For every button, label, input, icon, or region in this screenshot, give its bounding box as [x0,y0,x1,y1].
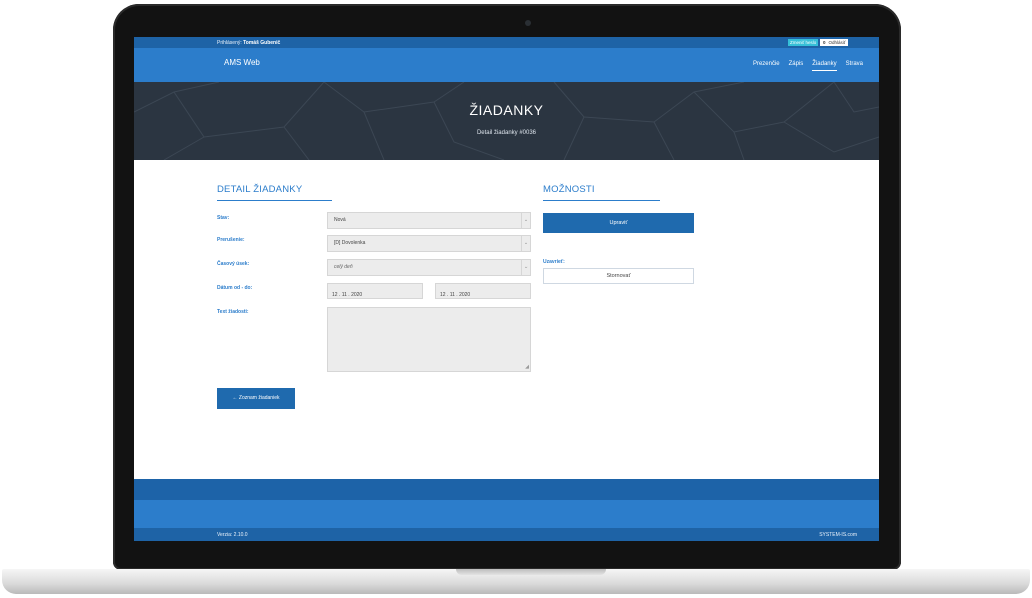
site-link[interactable]: SYSTEM-IS.com [819,532,857,538]
camera-icon [525,20,531,26]
text-ziadosti-textarea[interactable]: ◢ [327,307,531,372]
logout-count: 0 [823,40,826,45]
page-title: ŽIADANKY [469,102,544,118]
stav-value: Nová [334,217,346,223]
datum-label: Dátum od - do: [217,285,253,291]
chevron-down-icon: ⌄ [521,213,530,228]
change-password-button[interactable]: Zmeniť heslo [788,39,819,46]
close-label: Uzavrieť: [543,259,565,265]
prerusenie-label: Prerušenie: [217,237,245,243]
detail-section-title: DETAIL ŽIADANKY [217,184,303,195]
user-name: Tomáš Gubenič [243,40,281,46]
resize-grip-icon[interactable]: ◢ [525,364,529,370]
casovy-usek-select[interactable]: celý deň ⌄ [327,259,531,276]
storno-button[interactable]: Stornovať [543,268,694,284]
nav-item-ziadanky[interactable]: Žiadanky [812,61,837,71]
prerusenie-select[interactable]: [D] Dovolenka ⌄ [327,235,531,252]
laptop-base [2,569,1030,594]
text-ziadosti-label: Text žiadosti: [217,309,249,315]
datum-do-input[interactable]: 12 . 11 . 2020 [435,283,531,299]
version-text: Verzia: 2.10.0 [217,532,248,538]
chevron-down-icon: ⌄ [521,260,530,275]
page-subtitle: Detail žiadanky #0036 [476,130,537,136]
laptop-notch [456,569,606,575]
casovy-usek-value: celý deň [334,264,353,270]
logged-in-prefix: Prihlásený: [217,40,242,46]
back-to-list-button[interactable]: ← Zoznam žiadaniek [217,388,295,409]
logout-button[interactable]: 0 Odhlásiť [820,39,849,46]
logged-in-text: Prihlásený: Tomáš Gubenič [217,40,280,46]
detail-section-underline [217,200,332,201]
nav-item-strava[interactable]: Strava [846,61,863,71]
top-bar: Prihlásený: Tomáš Gubenič Zmeniť heslo 0… [134,37,879,48]
stav-label: Stav: [217,215,230,221]
navbar: AMS Web Prezenčie Zápis Žiadanky Strava [134,48,879,82]
main-nav: Prezenčie Zápis Žiadanky Strava [753,61,863,71]
footer-band-top [134,479,879,500]
brand-link[interactable]: AMS Web [224,58,260,67]
footer-bar: Verzia: 2.10.0 SYSTEM-IS.com [134,528,879,541]
edit-button[interactable]: Upraviť [543,213,694,233]
nav-item-prezencie[interactable]: Prezenčie [753,61,780,71]
hero-pattern [134,82,879,160]
casovy-usek-label: Časový úsek: [217,261,250,267]
stav-select[interactable]: Nová ⌄ [327,212,531,229]
logout-label: Odhlásiť [828,40,846,45]
footer-band-middle [134,500,879,528]
chevron-down-icon: ⌄ [521,236,530,251]
screen: Prihlásený: Tomáš Gubenič Zmeniť heslo 0… [134,37,879,541]
nav-item-zapis[interactable]: Zápis [789,61,804,71]
options-section-title: MOŽNOSTI [543,184,595,195]
hero-banner: ŽIADANKY Detail žiadanky #0036 [134,82,879,160]
options-section-underline [543,200,660,201]
prerusenie-value: [D] Dovolenka [334,240,366,246]
datum-od-input[interactable]: 12 . 11 . 2020 [327,283,423,299]
